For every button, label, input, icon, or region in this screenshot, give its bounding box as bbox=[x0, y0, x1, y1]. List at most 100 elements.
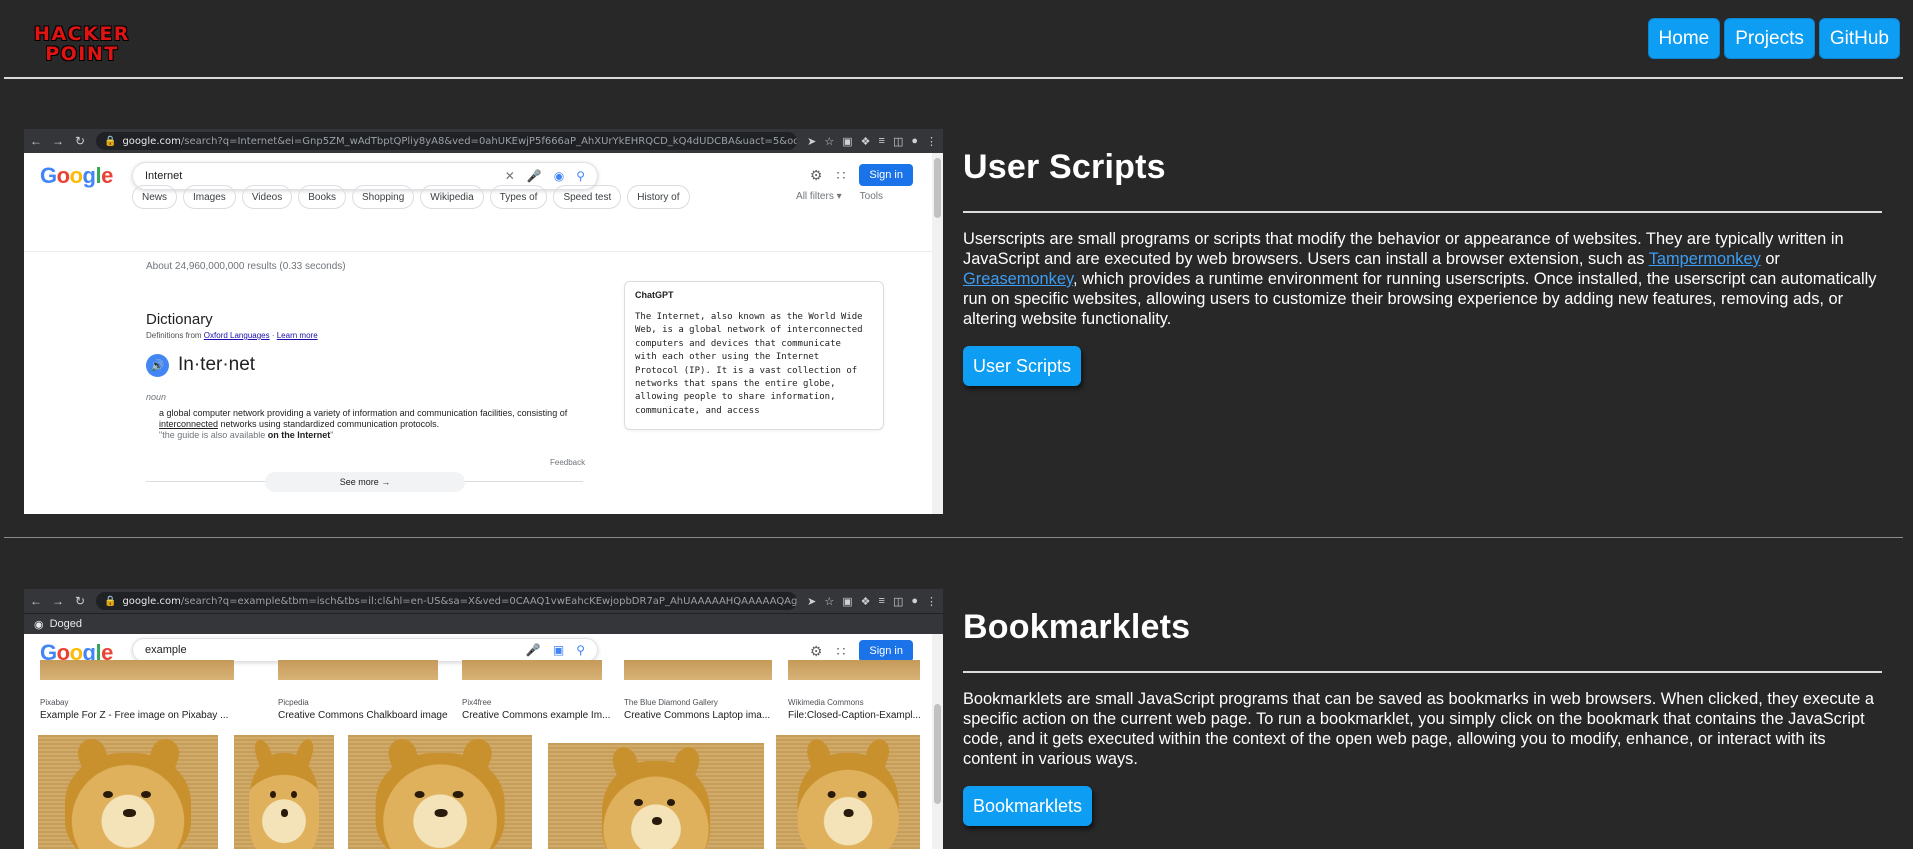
url-host: google.com bbox=[122, 595, 181, 607]
search-query: Internet bbox=[145, 170, 183, 182]
chip-images: Images bbox=[183, 185, 236, 209]
results-count: About 24,960,000,000 results (0.33 secon… bbox=[146, 261, 346, 272]
google-sign-in-button: Sign in bbox=[859, 164, 913, 186]
chip-speed-test: Speed test bbox=[553, 185, 622, 209]
reload-icon: ↻ bbox=[74, 594, 86, 608]
globe-icon: ◉ bbox=[34, 618, 44, 631]
doge-image bbox=[776, 735, 920, 849]
chip-types-of: Types of bbox=[489, 185, 548, 209]
image-thumbnail bbox=[278, 660, 438, 680]
header-divider bbox=[4, 77, 1903, 79]
mic-icon: 🎤 bbox=[526, 169, 542, 183]
logo-line-2: POINT bbox=[45, 43, 119, 65]
bookmarklets-button[interactable]: Bookmarklets bbox=[963, 786, 1093, 826]
user-scripts-button[interactable]: User Scripts bbox=[963, 346, 1082, 386]
doge-image bbox=[38, 735, 218, 849]
image-thumbnail bbox=[462, 660, 602, 680]
site-logo[interactable]: HACKER POINT bbox=[30, 24, 134, 64]
sidepanel-icon: ◫ bbox=[892, 595, 904, 608]
doge-image bbox=[548, 743, 764, 849]
image-results-row: Pixabay Example For Z - Free image on Pi… bbox=[24, 660, 932, 724]
logo-line-1: HACKER bbox=[34, 23, 130, 45]
dictionary-source: Definitions from Oxford Languages · Lear… bbox=[146, 331, 318, 340]
image-caption: Creative Commons Laptop ima... bbox=[624, 710, 771, 721]
image-source: Pixabay bbox=[40, 698, 69, 707]
chatgpt-card: ChatGPT The Internet, also known as the … bbox=[624, 281, 884, 430]
puzzle-icon: ❖ bbox=[860, 135, 871, 148]
bookmarks-bar: ◉ Doged bbox=[24, 613, 943, 634]
settings-gear-icon: ⚙ bbox=[809, 642, 823, 659]
url-path: /search?q=example&tbm=isch&tbs=il:cl&hl=… bbox=[180, 595, 798, 607]
share-icon: ➤ bbox=[807, 135, 817, 148]
image-source: Pix4free bbox=[462, 698, 492, 707]
scrollbar-thumb bbox=[934, 704, 941, 804]
chatgpt-answer: The Internet, also known as the World Wi… bbox=[635, 312, 863, 416]
main-nav: Home Projects GitHub bbox=[1647, 18, 1900, 59]
image-caption: Creative Commons example Im... bbox=[462, 710, 611, 721]
reload-icon: ↻ bbox=[74, 134, 86, 148]
bookmarklets-divider bbox=[963, 671, 1882, 673]
queue-icon: ≡ bbox=[878, 134, 885, 147]
greasemonkey-link[interactable]: Greasemonkey bbox=[963, 270, 1073, 288]
google-header-right: ⚙ ∷ Sign in bbox=[810, 164, 913, 186]
image-caption: Example For Z - Free image on Pixabay ..… bbox=[40, 710, 229, 721]
forward-arrow-icon: → bbox=[52, 134, 64, 148]
doge-image bbox=[234, 735, 334, 849]
search-filter-chips: News Images Videos Books Shopping Wikipe… bbox=[132, 185, 690, 209]
forward-arrow-icon: → bbox=[52, 594, 64, 608]
share-icon: ➤ bbox=[807, 595, 817, 608]
dictionary-title: Dictionary bbox=[146, 311, 213, 328]
section-divider bbox=[4, 537, 1903, 538]
star-icon: ☆ bbox=[824, 595, 835, 608]
user-scripts-title: User Scripts bbox=[963, 148, 1166, 186]
url-path: /search?q=Internet&ei=Gnp5ZM_wAdTbptQPli… bbox=[180, 135, 798, 147]
address-bar: 🔒 google.com/search?q=Internet&ei=Gnp5ZM… bbox=[96, 132, 798, 150]
profile-icon: ● bbox=[911, 134, 918, 147]
puzzle-icon: ❖ bbox=[860, 595, 871, 608]
google-sign-in-button: Sign in bbox=[859, 640, 913, 662]
bookmarklets-title: Bookmarklets bbox=[963, 608, 1191, 646]
chip-videos: Videos bbox=[241, 185, 293, 209]
screenshot-scrollbar bbox=[932, 153, 943, 514]
browser-toolbar: ← → ↻ 🔒 google.com/search?q=example&tbm=… bbox=[24, 589, 943, 613]
site-header: HACKER POINT Home Projects GitHub bbox=[0, 0, 1913, 80]
lock-icon: 🔒 bbox=[104, 135, 117, 147]
see-more-button: See more → bbox=[265, 472, 465, 492]
sidepanel-icon: ◫ bbox=[892, 135, 904, 148]
user-scripts-screenshot: ← → ↻ 🔒 google.com/search?q=Internet&ei=… bbox=[24, 129, 943, 514]
image-source: Picpedia bbox=[278, 698, 309, 707]
chatgpt-title: ChatGPT bbox=[635, 290, 674, 300]
nav-projects-button[interactable]: Projects bbox=[1724, 18, 1815, 59]
browser-extension-icons: ➤ ☆ ▣ ❖ ≡ ◫ ● ⋮ bbox=[807, 595, 937, 608]
search-tools: All filters ▾ Tools bbox=[796, 191, 883, 202]
image-thumbnail bbox=[788, 660, 920, 680]
google-search-box: example 🎤 ▣ ⚲ bbox=[132, 638, 598, 662]
bookmark-doged: Doged bbox=[49, 618, 83, 630]
settings-gear-icon: ⚙ bbox=[809, 166, 823, 183]
google-logo: Google bbox=[40, 163, 113, 188]
extension-icon: ▣ bbox=[842, 595, 853, 608]
tampermonkey-link[interactable]: Tampermonkey bbox=[1649, 250, 1761, 268]
back-arrow-icon: ← bbox=[30, 134, 42, 148]
chip-history-of: History of bbox=[627, 185, 690, 209]
chip-shopping: Shopping bbox=[352, 185, 415, 209]
nav-home-button[interactable]: Home bbox=[1647, 18, 1721, 59]
screenshot-scrollbar bbox=[932, 634, 943, 849]
chip-news: News bbox=[132, 185, 178, 209]
kebab-menu-icon: ⋮ bbox=[926, 595, 937, 608]
doge-image bbox=[348, 735, 532, 849]
image-source: The Blue Diamond Gallery bbox=[624, 698, 718, 707]
lock-icon: 🔒 bbox=[104, 595, 117, 607]
browser-toolbar: ← → ↻ 🔒 google.com/search?q=Internet&ei=… bbox=[24, 129, 943, 153]
user-scripts-divider bbox=[963, 211, 1882, 213]
nav-github-button[interactable]: GitHub bbox=[1818, 18, 1900, 59]
image-caption: File:Closed-Caption-Exampl... bbox=[788, 710, 921, 721]
clear-icon: ✕ bbox=[504, 169, 515, 183]
mic-icon: 🎤 bbox=[525, 643, 541, 657]
back-arrow-icon: ← bbox=[30, 594, 42, 608]
apps-grid-icon: ∷ bbox=[836, 166, 846, 183]
all-filters: All filters ▾ bbox=[796, 191, 842, 202]
image-thumbnail bbox=[624, 660, 772, 680]
url-host: google.com bbox=[122, 135, 181, 147]
bookmarklets-description: Bookmarklets are small JavaScript progra… bbox=[963, 690, 1874, 768]
